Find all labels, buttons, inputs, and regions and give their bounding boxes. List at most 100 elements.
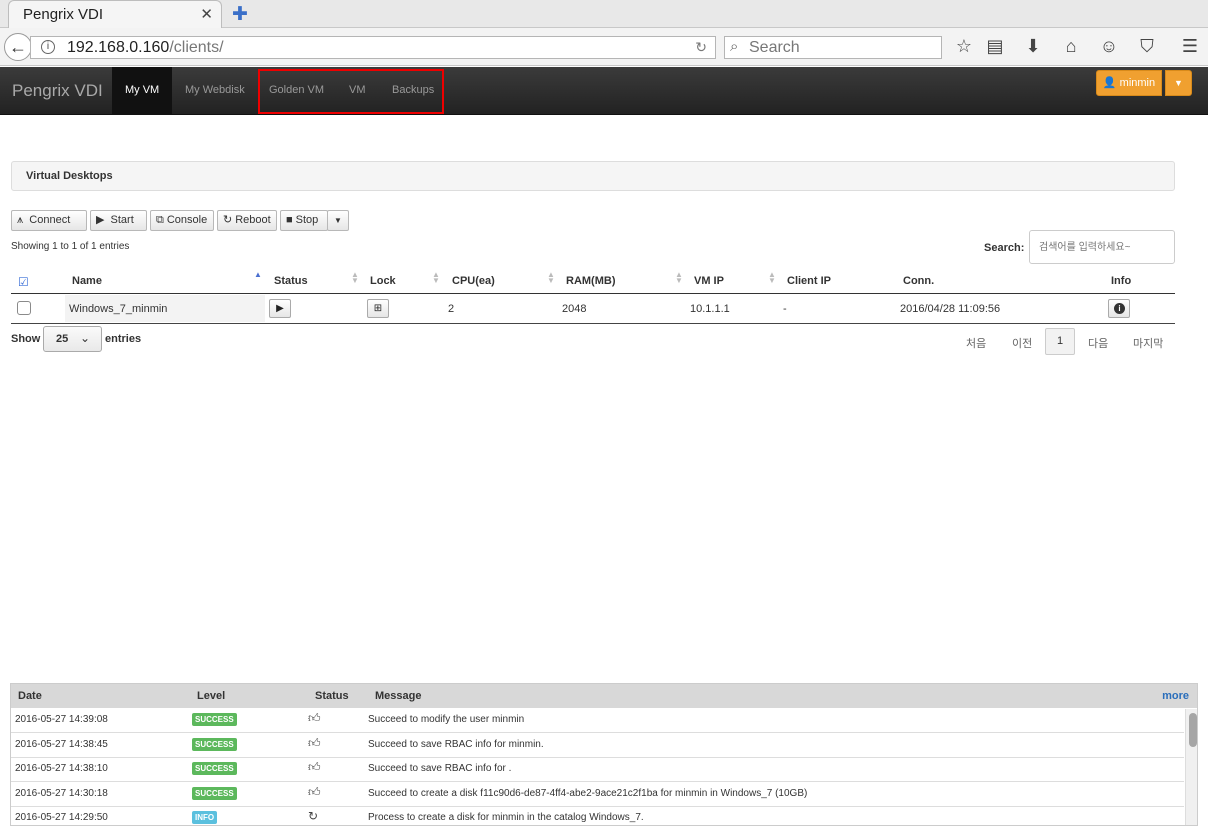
select-all-check-icon[interactable]: ☑ (18, 275, 29, 289)
page-last[interactable]: 마지막 (1133, 335, 1163, 351)
app-navbar: Pengrix VDI My VM My Webdisk Golden VM V… (0, 67, 1208, 115)
url-host: 192.168.0.160 (67, 39, 170, 56)
connect-button[interactable]: ⩚ Connect (11, 210, 87, 231)
row-checkbox[interactable] (17, 301, 31, 315)
col-lock[interactable]: Lock (370, 275, 396, 287)
table-row-divider (11, 323, 1175, 324)
home-icon[interactable]: ⌂ (1060, 36, 1082, 57)
log-row: 2016-05-27 14:29:50 INFO ↻ Process to cr… (11, 806, 1184, 825)
log-message: Process to create a disk for minmin in t… (368, 812, 644, 823)
page-prev[interactable]: 이전 (1012, 335, 1032, 351)
reload-icon[interactable]: ↻ (695, 39, 707, 56)
page-current[interactable]: 1 (1045, 328, 1075, 355)
page-size-select[interactable]: 25 ⌄ (43, 326, 102, 352)
log-scroll-thumb[interactable] (1189, 713, 1197, 747)
browser-tab-bar: Pengrix VDI ✕ ✚ (0, 0, 1208, 28)
download-icon[interactable]: ⬇ (1022, 36, 1044, 57)
col-status[interactable]: Status (274, 275, 308, 287)
panel-header: Virtual Desktops (11, 161, 1175, 191)
log-date: 2016-05-27 14:29:50 (15, 812, 108, 823)
sort-asc-icon: ▲ (254, 270, 262, 279)
nav-my-vm[interactable]: My VM (112, 67, 173, 114)
page-first[interactable]: 처음 (966, 335, 986, 351)
url-path: /clients/ (169, 39, 224, 56)
log-date: 2016-05-27 14:38:45 (15, 739, 108, 750)
log-panel: Date Level Status Message more 2016-05-2… (10, 683, 1198, 826)
reboot-button[interactable]: ↻ Reboot (217, 210, 277, 231)
sort-icon: ▲ ▼ (675, 270, 683, 285)
browser-search-input[interactable]: ⌕ Search (724, 36, 942, 59)
connect-icon: ⩚ (17, 214, 24, 226)
smiley-icon[interactable]: ☺ (1098, 36, 1120, 57)
vm-info-button[interactable]: i (1108, 299, 1130, 318)
col-client-ip: Client IP (787, 275, 832, 287)
info-icon: i (1114, 303, 1125, 314)
log-date: 2016-05-27 14:39:08 (15, 714, 108, 725)
col-name[interactable]: Name (72, 275, 102, 287)
log-date: 2016-05-27 14:30:18 (15, 788, 108, 799)
more-link[interactable]: more (1162, 690, 1189, 702)
menu-icon[interactable]: ☰ (1179, 36, 1201, 57)
entries-info: Showing 1 to 1 of 1 entries (11, 241, 130, 252)
play-icon: ▶ (276, 303, 284, 314)
log-row: 2016-05-27 14:38:10 SUCCESS 👍︎ Succeed t… (11, 757, 1184, 782)
log-col-message: Message (375, 690, 422, 702)
brand-logo[interactable]: Pengrix VDI (12, 81, 103, 101)
log-message: Succeed to save RBAC info for minmin. (368, 739, 544, 750)
vm-ram: 2048 (562, 303, 587, 315)
sort-icon: ▲ ▼ (547, 270, 555, 285)
user-menu-button[interactable]: 👤 minmin (1096, 70, 1162, 96)
vm-cpu: 2 (448, 303, 455, 315)
level-badge: SUCCESS (192, 787, 237, 800)
col-vm-ip[interactable]: VM IP (694, 275, 724, 287)
thumbs-up-icon: 👍︎ (308, 785, 321, 799)
level-badge: SUCCESS (192, 738, 237, 751)
vm-conn: 2016/04/28 11:09:56 (900, 303, 1001, 315)
table-search-input[interactable] (1029, 230, 1175, 264)
lock-grid-icon: ⊞ (373, 303, 383, 314)
sort-icon: ▲ ▼ (432, 270, 440, 285)
nav-my-webdisk[interactable]: My Webdisk (172, 67, 258, 114)
log-scrollbar[interactable] (1185, 709, 1197, 825)
console-button[interactable]: ⧉ Console (150, 210, 214, 231)
url-bar[interactable]: i 192.168.0.160/clients/ ↻ (30, 36, 716, 59)
play-icon: ▶ (96, 214, 105, 226)
start-button[interactable]: ▶ Start (90, 210, 147, 231)
stop-label: Stop (295, 214, 319, 226)
show-label: Show (11, 333, 41, 345)
page-next[interactable]: 다음 (1088, 335, 1108, 351)
vm-ip: 10.1.1.1 (690, 303, 730, 315)
vm-name[interactable]: Windows_7_minmin (69, 303, 167, 315)
new-tab-icon[interactable]: ✚ (232, 3, 248, 26)
browser-search-placeholder: Search (749, 39, 800, 56)
log-row: 2016-05-27 14:30:18 SUCCESS 👍︎ Succeed t… (11, 782, 1184, 807)
browser-tab[interactable]: Pengrix VDI ✕ (8, 0, 222, 28)
sort-icon: ▲ ▼ (351, 270, 359, 285)
back-arrow-icon[interactable]: ← (4, 33, 32, 61)
log-col-status: Status (315, 690, 349, 702)
search-icon: ⌕ (730, 38, 739, 55)
user-icon: 👤 (1102, 77, 1117, 89)
stop-dropdown-caret[interactable]: ▼ (327, 210, 349, 231)
level-badge: SUCCESS (192, 713, 237, 726)
browser-toolbar: ← i 192.168.0.160/clients/ ↻ ⌕ Search ☆ … (0, 28, 1208, 66)
user-dropdown-caret[interactable]: ▼ (1165, 70, 1192, 96)
user-name: minmin (1119, 77, 1156, 89)
col-cpu[interactable]: CPU(ea) (452, 275, 495, 287)
vm-lock-button[interactable]: ⊞ (367, 299, 389, 318)
reboot-label: Reboot (235, 214, 271, 226)
level-badge: SUCCESS (192, 762, 237, 775)
reading-list-icon[interactable]: ▤ (984, 36, 1006, 57)
refresh-icon: ↻ (223, 214, 233, 226)
refresh-icon: ↻ (308, 809, 319, 823)
chevron-down-icon: ⌄ (80, 331, 91, 345)
bookmark-star-icon[interactable]: ☆ (953, 36, 975, 57)
close-tab-icon[interactable]: ✕ (200, 5, 213, 23)
vm-play-button[interactable]: ▶ (269, 299, 291, 318)
pocket-icon[interactable]: ⛉ (1136, 36, 1158, 57)
col-ram[interactable]: RAM(MB) (566, 275, 615, 287)
thumbs-up-icon: 👍︎ (308, 736, 321, 750)
stop-button[interactable]: ■ Stop (280, 210, 328, 231)
stop-icon: ■ (286, 214, 293, 226)
site-info-icon[interactable]: i (41, 40, 55, 54)
